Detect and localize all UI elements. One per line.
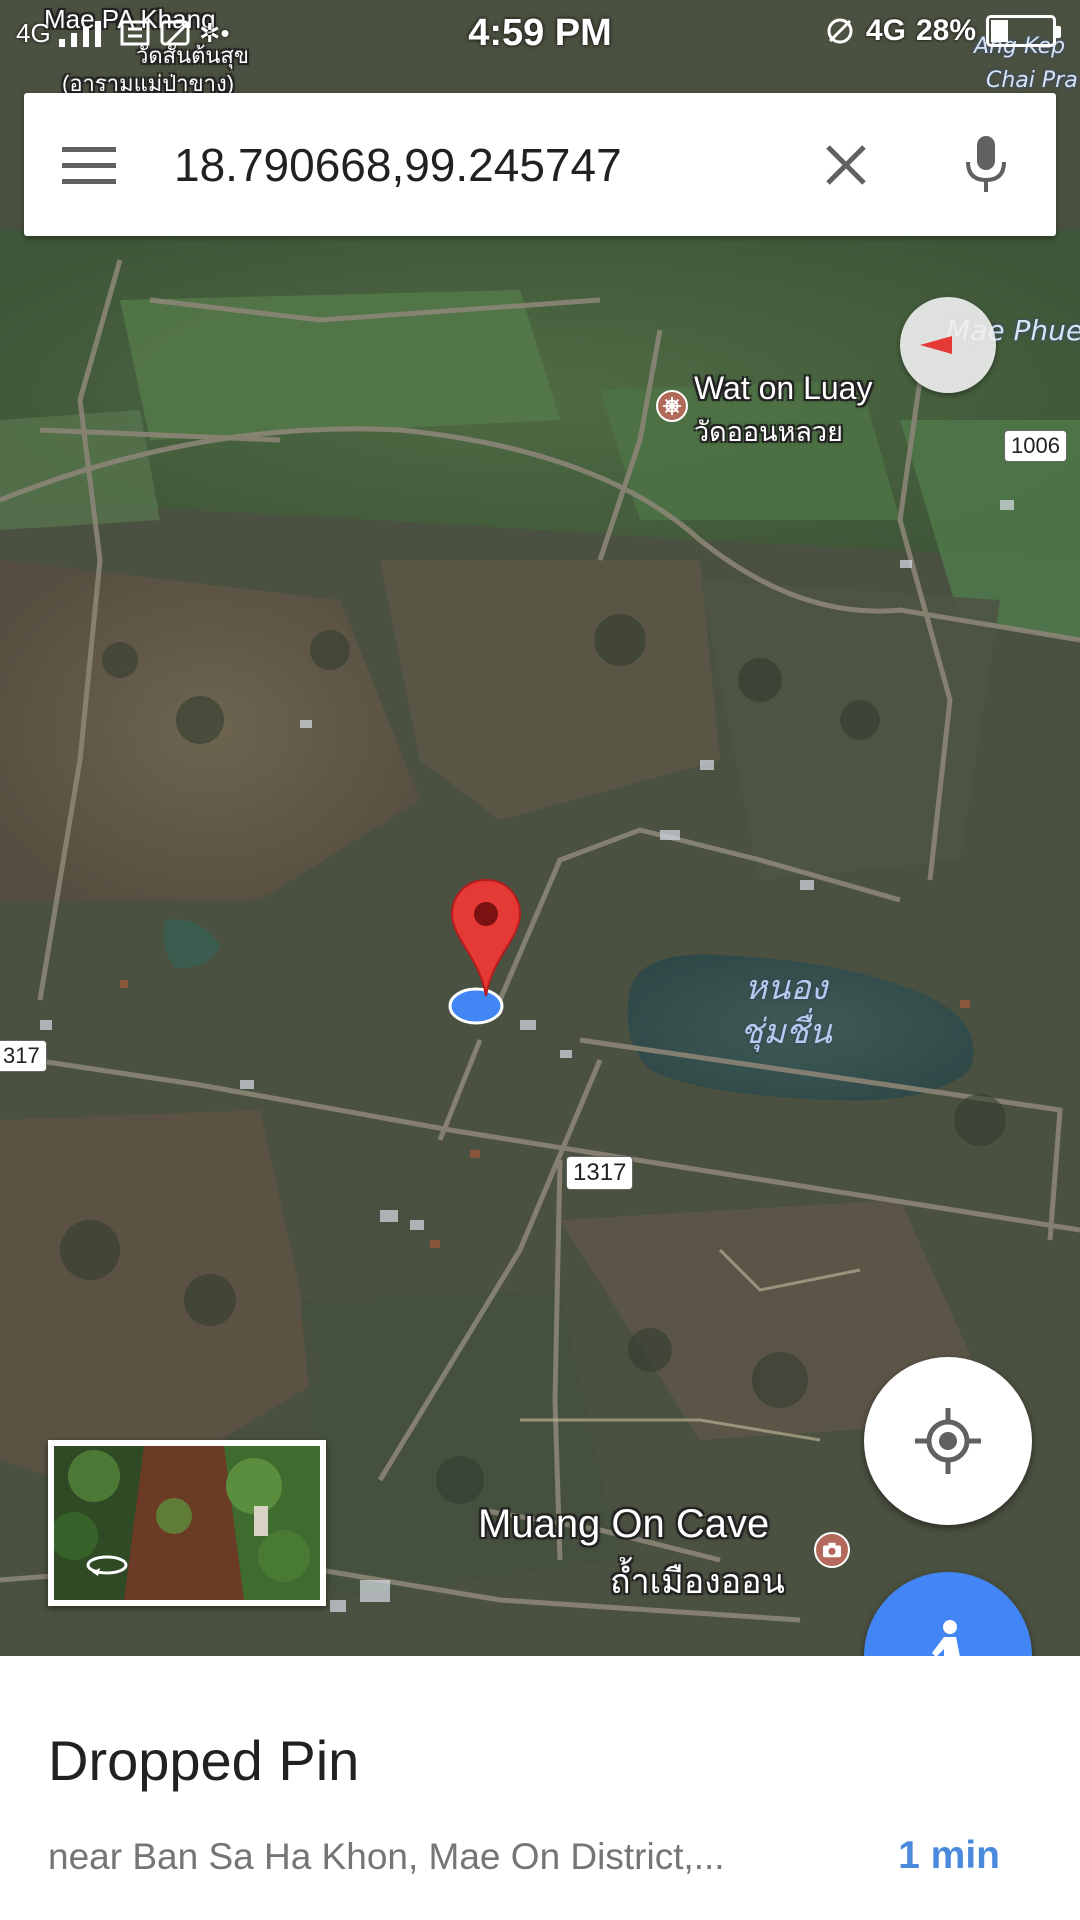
status-right: 4G 28% — [824, 14, 1061, 48]
clear-search-button[interactable] — [776, 93, 916, 236]
lake-label-line2: ชุ่มชื่น — [740, 1012, 832, 1052]
map-label-muang-on-cave-thai[interactable]: ถ้ำเมืองออน — [610, 1554, 785, 1608]
battery-percent: 28% — [915, 14, 976, 47]
voice-search-button[interactable] — [916, 93, 1056, 236]
street-view-thumbnail[interactable] — [48, 1440, 326, 1606]
microphone-icon — [966, 135, 1006, 192]
location-dot-icon — [448, 987, 504, 1025]
road-shield-1317: 1317 — [566, 1156, 634, 1190]
road-shield-1006: 1006 — [1004, 430, 1067, 462]
status-bar: 4G ✲• 4:59 PM 4G 28% — [0, 0, 1080, 70]
lake-label-line1: หนอง — [744, 968, 828, 1008]
location-service-icon — [827, 18, 853, 44]
hamburger-menu-icon — [62, 146, 116, 184]
network-type-right: 4G — [865, 14, 906, 47]
my-location-button[interactable] — [864, 1357, 1032, 1525]
road-shield-317: 317 — [0, 1040, 47, 1072]
rotate-360-icon — [86, 1555, 128, 1576]
camera-icon[interactable] — [814, 1532, 850, 1568]
place-address: near Ban Sa Ha Khon, Mae On District,... — [48, 1836, 725, 1877]
gps-crosshair-icon — [915, 1408, 981, 1474]
lake-label: หนอง ชุ่มชื่น — [740, 966, 832, 1054]
search-input[interactable] — [154, 137, 776, 192]
place-title: Dropped Pin — [48, 1729, 360, 1792]
map-label-wat-on-luay[interactable]: Wat on Luay — [694, 370, 872, 407]
map-label-chai-pra: Chai Pra — [986, 68, 1078, 93]
compass-icon — [920, 336, 976, 354]
place-bottom-sheet[interactable]: Dropped Pin near Ban Sa Ha Khon, Mae On … — [0, 1656, 1080, 1920]
map-label-muang-on-cave[interactable]: Muang On Cave — [478, 1502, 769, 1547]
map-label-wat-on-luay-thai[interactable]: วัดออนหลวย — [694, 410, 843, 453]
dropped-pin[interactable] — [446, 876, 526, 1031]
search-bar — [24, 93, 1056, 236]
temple-icon[interactable] — [656, 390, 688, 422]
close-icon — [826, 144, 866, 185]
travel-time: 1 min — [898, 1834, 1000, 1877]
compass-button[interactable] — [900, 297, 996, 393]
menu-button[interactable] — [24, 93, 154, 236]
battery-icon — [986, 15, 1061, 47]
